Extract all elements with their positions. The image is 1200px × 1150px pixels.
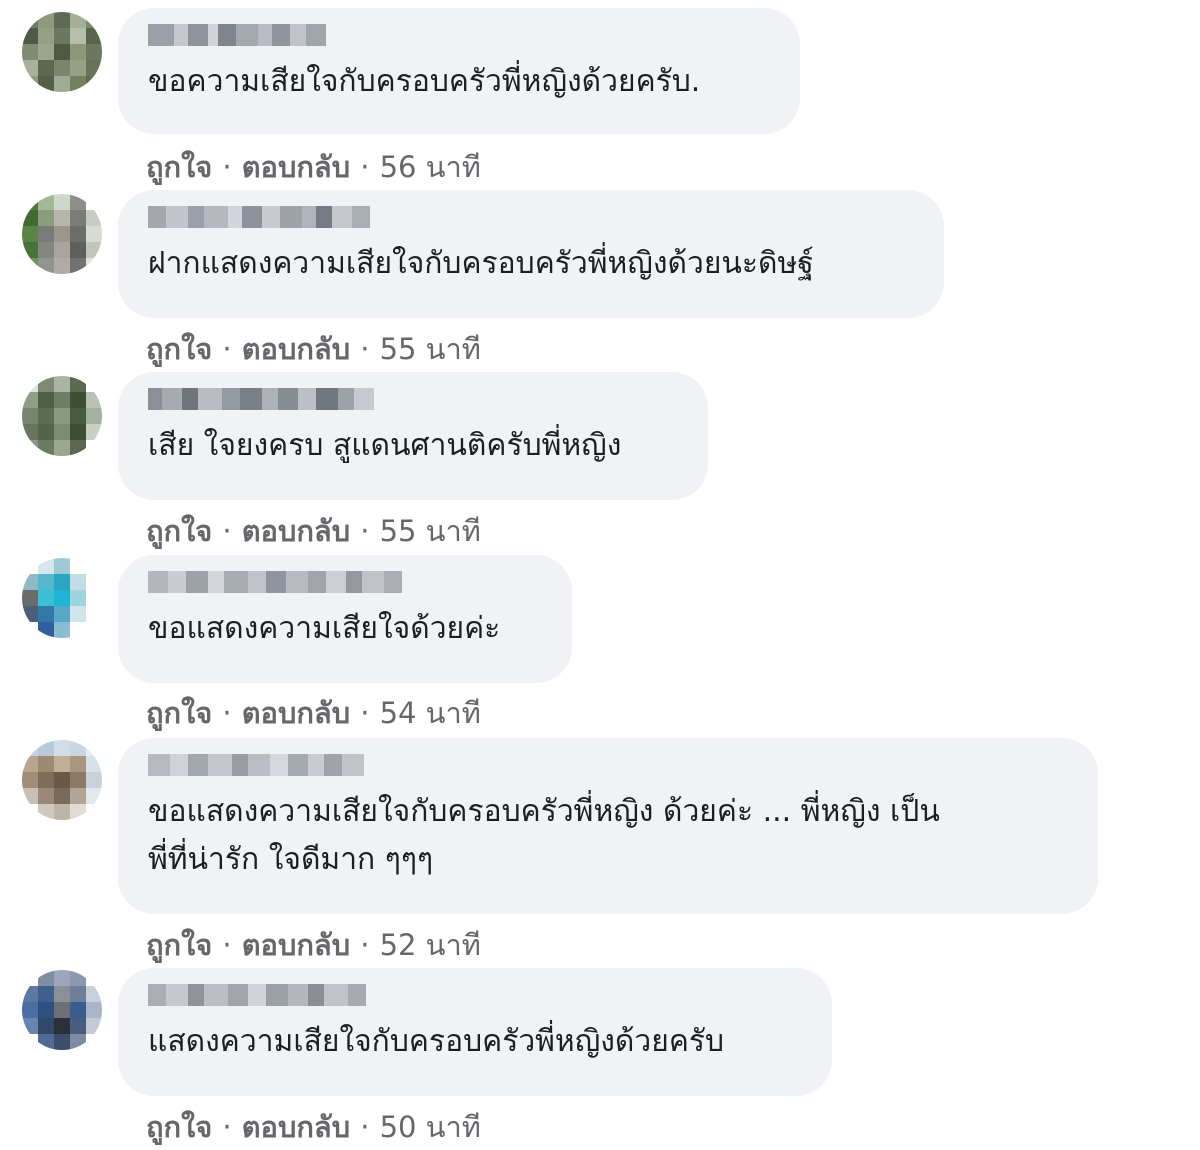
comment-actions: ถูกใจ · ตอบกลับ · 54 นาที (146, 690, 481, 736)
separator: · (222, 150, 232, 184)
comment-bubble: เสีย ใจยงครบ สูแดนศานติครับพี่หญิง (118, 372, 708, 500)
author-name-blurred[interactable] (148, 569, 542, 595)
separator: · (222, 332, 232, 366)
timestamp[interactable]: 52 นาที (380, 928, 481, 962)
author-name-blurred[interactable] (148, 22, 770, 48)
comment-actions: ถูกใจ · ตอบกลับ · 50 นาที (146, 1104, 481, 1150)
avatar[interactable] (22, 376, 102, 456)
like-button[interactable]: ถูกใจ (146, 150, 212, 184)
timestamp[interactable]: 50 นาที (380, 1110, 481, 1144)
like-button[interactable]: ถูกใจ (146, 696, 212, 730)
like-button[interactable]: ถูกใจ (146, 514, 212, 548)
reply-button[interactable]: ตอบกลับ (242, 150, 350, 184)
author-name-blurred[interactable] (148, 752, 1068, 778)
avatar[interactable] (22, 194, 102, 274)
comment-actions: ถูกใจ · ตอบกลับ · 55 นาที (146, 508, 481, 554)
comment-bubble: ฝากแสดงความเสียใจกับครอบครัวพี่หญิงด้วยน… (118, 190, 944, 318)
author-name-blurred[interactable] (148, 386, 678, 412)
author-name-blurred[interactable] (148, 982, 802, 1008)
timestamp[interactable]: 56 นาที (380, 150, 481, 184)
like-button[interactable]: ถูกใจ (146, 1110, 212, 1144)
like-button[interactable]: ถูกใจ (146, 928, 212, 962)
comment-text: ขอแสดงความเสียใจกับครอบครัวพี่หญิง ด้วยค… (148, 794, 940, 877)
comment-text: ขอแสดงความเสียใจด้วยค่ะ (148, 611, 501, 646)
timestamp[interactable]: 55 นาที (380, 332, 481, 366)
reply-button[interactable]: ตอบกลับ (242, 696, 350, 730)
like-button[interactable]: ถูกใจ (146, 332, 212, 366)
separator: · (222, 1110, 232, 1144)
timestamp[interactable]: 55 นาที (380, 514, 481, 548)
avatar[interactable] (22, 12, 102, 92)
comment-bubble: ขอความเสียใจกับครอบครัวพี่หญิงด้วยครับ. (118, 8, 800, 134)
separator: · (360, 1110, 370, 1144)
reply-button[interactable]: ตอบกลับ (242, 332, 350, 366)
separator: · (222, 928, 232, 962)
comment-text: แสดงความเสียใจกับครอบครัวพี่หญิงด้วยครับ (148, 1024, 725, 1059)
reply-button[interactable]: ตอบกลับ (242, 514, 350, 548)
separator: · (222, 696, 232, 730)
comment-actions: ถูกใจ · ตอบกลับ · 52 นาที (146, 922, 481, 968)
avatar[interactable] (22, 740, 102, 820)
comment-bubble: ขอแสดงความเสียใจด้วยค่ะ (118, 555, 572, 683)
comment-bubble: แสดงความเสียใจกับครอบครัวพี่หญิงด้วยครับ (118, 968, 832, 1096)
reply-button[interactable]: ตอบกลับ (242, 928, 350, 962)
separator: · (360, 150, 370, 184)
author-name-blurred[interactable] (148, 204, 914, 230)
separator: · (360, 332, 370, 366)
avatar[interactable] (22, 970, 102, 1050)
comment-actions: ถูกใจ · ตอบกลับ · 56 นาที (146, 144, 481, 190)
comment-bubble: ขอแสดงความเสียใจกับครอบครัวพี่หญิง ด้วยค… (118, 738, 1098, 914)
timestamp[interactable]: 54 นาที (380, 696, 481, 730)
comment-actions: ถูกใจ · ตอบกลับ · 55 นาที (146, 326, 481, 372)
reply-button[interactable]: ตอบกลับ (242, 1110, 350, 1144)
comment-text: ฝากแสดงความเสียใจกับครอบครัวพี่หญิงด้วยน… (148, 246, 814, 281)
avatar[interactable] (22, 558, 102, 638)
comment-text: ขอความเสียใจกับครอบครัวพี่หญิงด้วยครับ. (148, 64, 701, 99)
separator: · (360, 514, 370, 548)
comment-text: เสีย ใจยงครบ สูแดนศานติครับพี่หญิง (148, 428, 622, 463)
separator: · (222, 514, 232, 548)
separator: · (360, 928, 370, 962)
separator: · (360, 696, 370, 730)
